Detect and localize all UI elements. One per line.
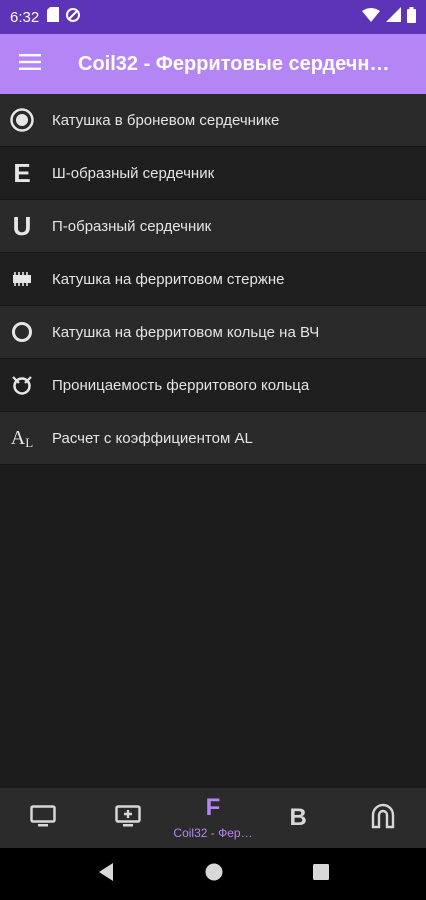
list-item-u-core[interactable]: U П-образный сердечник xyxy=(0,200,426,253)
menu-button[interactable] xyxy=(0,34,60,94)
list-item-permeability[interactable]: Проницаемость ферритового кольца xyxy=(0,359,426,412)
list-item-pot-core[interactable]: Катушка в броневом сердечнике xyxy=(0,94,426,147)
pot-core-icon xyxy=(0,94,44,147)
bottom-navigation: F Coil32 - Фер… B xyxy=(0,788,426,848)
status-bar: 6:32 xyxy=(0,0,426,34)
data-saver-icon xyxy=(65,7,81,28)
ferrite-icon: F xyxy=(205,794,221,821)
home-icon[interactable] xyxy=(205,863,223,886)
wifi-icon xyxy=(362,7,380,27)
list-item-label: Ш-образный сердечник xyxy=(52,164,215,182)
u-core-glyph: U xyxy=(12,211,32,241)
nav-item-magnet[interactable] xyxy=(341,788,426,848)
app-bar: Coil32 - Ферритовые сердечн… xyxy=(0,34,426,94)
status-time: 6:32 xyxy=(10,8,40,26)
list-item-label: Проницаемость ферритового кольца xyxy=(52,376,310,394)
recents-icon[interactable] xyxy=(313,863,329,885)
nav-item-ferrite[interactable]: F Coil32 - Фер… xyxy=(170,788,255,848)
nav-item-label: Coil32 - Фер… xyxy=(173,826,253,840)
magnet-icon xyxy=(370,803,396,834)
e-core-icon: E xyxy=(0,147,44,200)
u-core-icon: U xyxy=(0,200,44,253)
e-core-glyph: E xyxy=(13,158,31,188)
system-navigation-bar xyxy=(0,848,426,900)
back-icon[interactable] xyxy=(97,862,115,887)
nav-item-monitor[interactable] xyxy=(0,788,85,848)
calculator-list: Катушка в броневом сердечнике E Ш-образн… xyxy=(0,94,426,465)
b-icon: B xyxy=(289,804,307,831)
list-item-label: Расчет с коэффициентом AL xyxy=(52,429,253,447)
battery-icon xyxy=(407,6,416,28)
rod-core-icon xyxy=(0,253,44,306)
ring-core-icon xyxy=(0,306,44,359)
al-icon-l: L xyxy=(25,435,34,450)
list-item-label: Катушка на ферритовом стержне xyxy=(52,270,285,288)
list-item-label: П-образный сердечник xyxy=(52,217,212,235)
nav-item-b[interactable]: B xyxy=(256,788,341,848)
list-item-rod-core[interactable]: Катушка на ферритовом стержне xyxy=(0,253,426,306)
list-item-label: Катушка в броневом сердечнике xyxy=(52,111,280,129)
app-screen: 6:32 Coil32 - Ферритовые сердечн… Катушк… xyxy=(0,0,426,900)
signal-icon xyxy=(386,7,401,27)
sd-card-icon xyxy=(47,7,60,27)
monitor-plus-icon xyxy=(115,804,141,832)
menu-icon xyxy=(19,53,41,75)
list-item-al-factor[interactable]: AL Расчет с коэффициентом AL xyxy=(0,412,426,465)
al-icon-a: A xyxy=(10,427,26,449)
al-icon: AL xyxy=(0,412,44,465)
list-item-label: Катушка на ферритовом кольце на ВЧ xyxy=(52,323,320,341)
list-item-ring-core[interactable]: Катушка на ферритовом кольце на ВЧ xyxy=(0,306,426,359)
monitor-icon xyxy=(29,804,56,832)
list-item-e-core[interactable]: E Ш-образный сердечник xyxy=(0,147,426,200)
nav-item-monitor-plus[interactable] xyxy=(85,788,170,848)
page-title: Coil32 - Ферритовые сердечн… xyxy=(78,52,390,75)
status-right xyxy=(362,6,416,28)
permeability-icon xyxy=(0,359,44,412)
